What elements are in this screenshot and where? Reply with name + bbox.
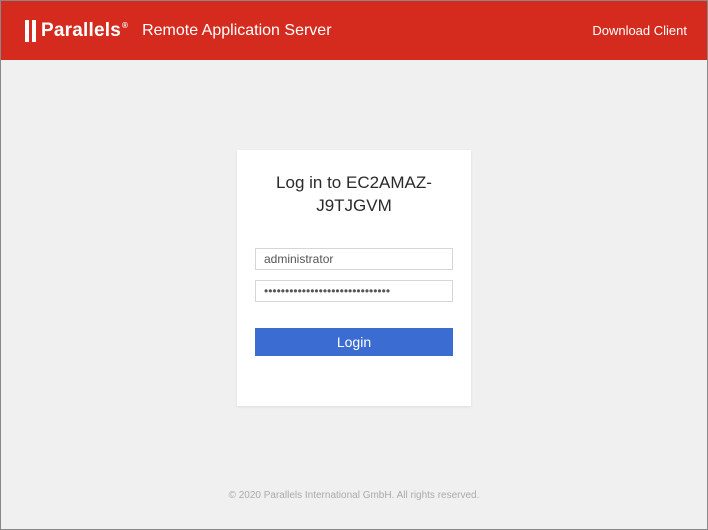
brand-name: Parallels® [41,20,128,42]
parallels-bars-icon [25,20,36,42]
footer-copyright: © 2020 Parallels International GmbH. All… [1,490,707,501]
header-left: Parallels® Remote Application Server [25,20,332,42]
header-bar: Parallels® Remote Application Server Dow… [1,1,707,60]
password-input[interactable] [255,280,453,302]
brand-logo: Parallels® [25,20,128,42]
main-area: Log in to EC2AMAZ-J9TJGVM Login [1,60,707,406]
login-title: Log in to EC2AMAZ-J9TJGVM [255,172,453,218]
download-client-link[interactable]: Download Client [592,23,687,38]
product-name: Remote Application Server [142,22,331,40]
username-input[interactable] [255,248,453,270]
login-card: Log in to EC2AMAZ-J9TJGVM Login [237,150,471,406]
login-button[interactable]: Login [255,328,453,356]
